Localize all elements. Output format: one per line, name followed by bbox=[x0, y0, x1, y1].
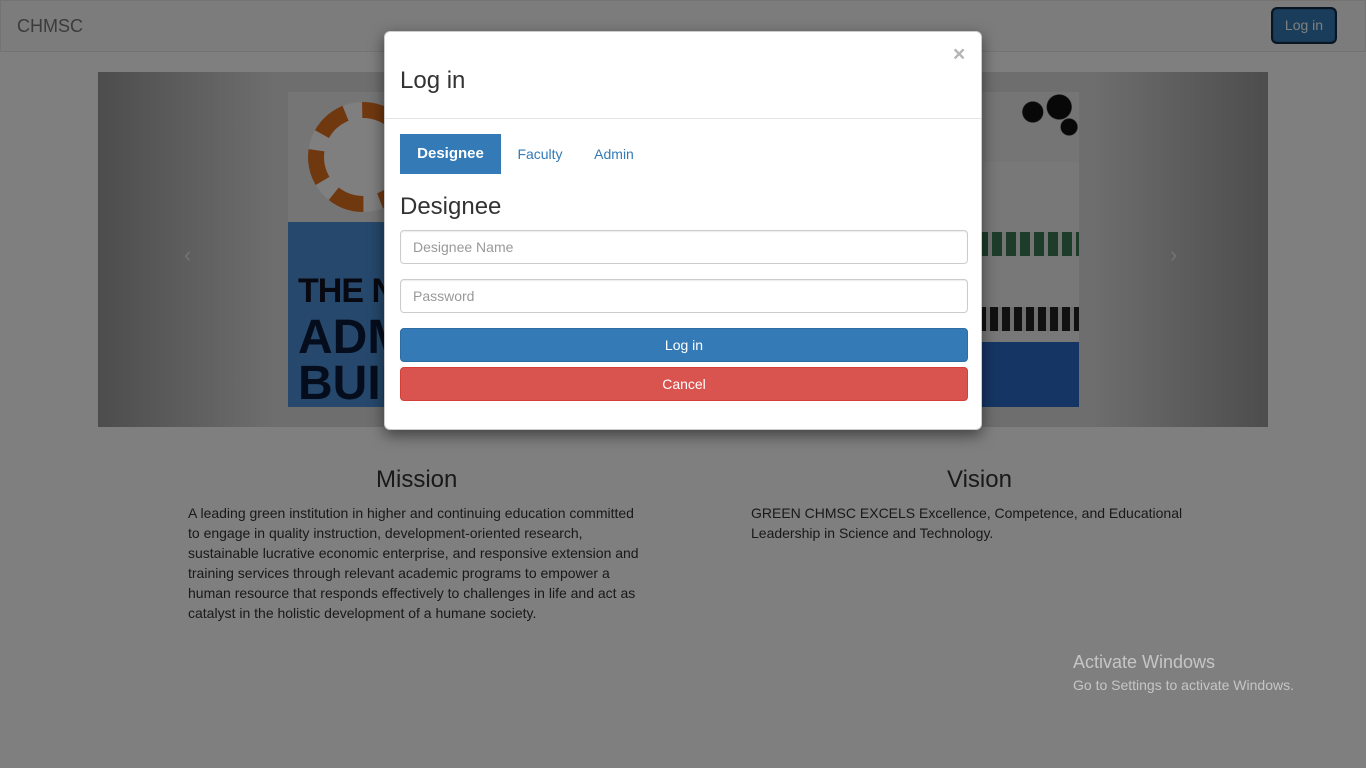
close-icon[interactable]: × bbox=[953, 44, 965, 65]
modal-title: Log in bbox=[400, 67, 466, 94]
cancel-button[interactable]: Cancel bbox=[400, 367, 968, 401]
tab-admin[interactable]: Admin bbox=[583, 134, 645, 174]
activate-windows-subtitle: Go to Settings to activate Windows. bbox=[1073, 677, 1294, 693]
designee-name-input[interactable] bbox=[400, 230, 968, 264]
login-button[interactable]: Log in bbox=[400, 328, 968, 362]
section-title: Designee bbox=[400, 193, 502, 220]
login-modal: Log in × Designee Faculty Admin Designee… bbox=[384, 31, 982, 430]
activate-windows-title: Activate Windows bbox=[1073, 652, 1216, 672]
password-input[interactable] bbox=[400, 279, 968, 313]
modal-header-divider bbox=[385, 118, 981, 119]
tab-faculty[interactable]: Faculty bbox=[505, 134, 575, 174]
tab-designee[interactable]: Designee bbox=[400, 134, 501, 174]
